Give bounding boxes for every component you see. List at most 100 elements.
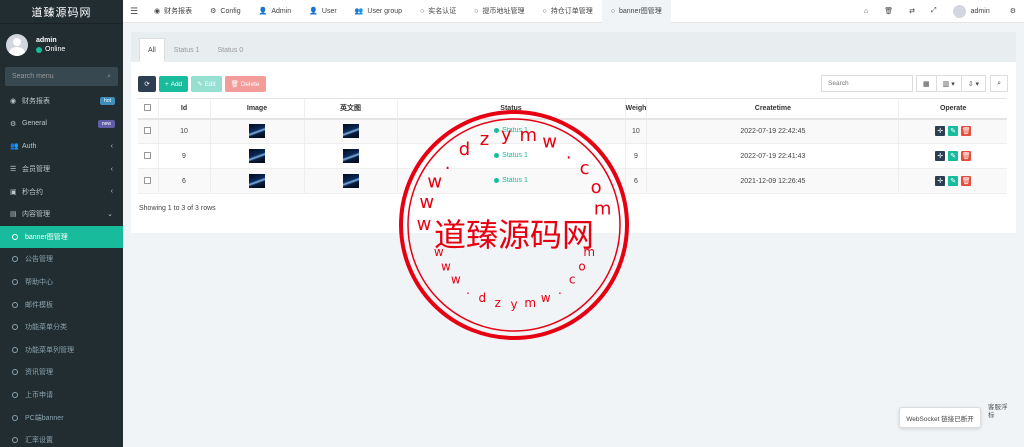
toggle-view-button[interactable]: ▦ xyxy=(916,75,937,92)
advanced-search-button[interactable]: ⌕ xyxy=(990,75,1008,92)
sidebar-item-1[interactable]: ⚙ General new xyxy=(0,113,123,136)
col-en-image[interactable]: 英文图 xyxy=(303,98,397,120)
nav-tab-0[interactable]: ◉ 财务报表 xyxy=(145,0,201,23)
col-weigh[interactable]: Weigh xyxy=(624,98,647,120)
export-button[interactable]: ⇩ ▾ xyxy=(960,75,987,92)
tab-status-0[interactable]: Status 0 xyxy=(208,38,252,62)
nav-tab-4[interactable]: 👥 User group xyxy=(346,0,411,23)
row-delete-button[interactable]: 🗑 xyxy=(961,151,972,161)
menu-toggle-icon[interactable]: ☰ xyxy=(123,6,145,17)
delete-button[interactable]: 🗑 Delete xyxy=(224,76,266,92)
refresh-button[interactable]: ⟳ xyxy=(138,76,156,92)
edit-label: Edit xyxy=(204,80,216,88)
status-badge[interactable]: Status 1 xyxy=(494,177,528,184)
sidebar-subitem-0[interactable]: banner图管理 xyxy=(0,225,123,249)
cell-operate: ✛ ✎ 🗑 xyxy=(898,168,1007,194)
select-all-checkbox[interactable] xyxy=(144,103,152,111)
status-dot-icon xyxy=(494,128,500,134)
en-image-thumbnail[interactable] xyxy=(342,149,359,163)
settings-icon[interactable]: ⚙ xyxy=(1002,7,1024,15)
home-icon[interactable]: ⌂ xyxy=(856,8,876,15)
sidebar-subitem-2[interactable]: 帮助中心 xyxy=(0,271,123,294)
drag-sort-button[interactable]: ✛ xyxy=(935,176,946,186)
sidebar-item-4[interactable]: ▣ 秒合约 ‹ xyxy=(0,180,123,203)
float-service-icon[interactable]: 客服浮标 xyxy=(988,404,1012,420)
translate-icon[interactable]: ⇄ xyxy=(901,7,923,15)
calendar-icon: ▣ xyxy=(10,188,17,196)
cell-weigh: 9 xyxy=(624,143,647,169)
image-thumbnail[interactable] xyxy=(249,149,265,163)
sidebar-subitem-6[interactable]: 资讯管理 xyxy=(0,361,123,384)
nav-tab-7[interactable]: ○ 持仓订单管理 xyxy=(534,0,602,23)
row-select-cell[interactable] xyxy=(138,118,158,144)
search-icon[interactable]: ⌕ xyxy=(107,73,111,81)
image-thumbnail[interactable] xyxy=(249,124,265,139)
image-thumbnail[interactable] xyxy=(249,174,265,188)
en-image-thumbnail[interactable] xyxy=(342,124,359,139)
sidebar-subitem-7[interactable]: 上币申请 xyxy=(0,384,123,407)
nav-tab-2[interactable]: 👤 Admin xyxy=(250,0,301,23)
row-edit-button[interactable]: ✎ xyxy=(948,126,959,137)
sidebar-item-label: General xyxy=(22,120,47,128)
nav-tab-label: Admin xyxy=(271,7,292,15)
user-avatar[interactable] xyxy=(952,4,966,18)
nav-tab-6[interactable]: ○ 提币地址管理 xyxy=(465,0,533,23)
row-edit-button[interactable]: ✎ xyxy=(948,151,959,161)
edit-button[interactable]: ✎ Edit xyxy=(191,76,222,92)
nav-tab-label: 持仓订单管理 xyxy=(550,8,593,15)
tab-status-1[interactable]: Status 1 xyxy=(165,38,209,62)
table-row[interactable]: 10 Status 1 10 2022-07-19 22:42:45 ✛ ✎ 🗑 xyxy=(138,118,1007,144)
nav-tab-5[interactable]: ○ 实名认证 xyxy=(411,0,465,23)
row-checkbox[interactable] xyxy=(144,176,152,184)
row-delete-button[interactable]: 🗑 xyxy=(961,176,972,186)
tab-all[interactable]: All xyxy=(139,38,165,62)
float-service-label: 客服浮标 xyxy=(988,404,1008,419)
sidebar-item-0[interactable]: ◉ 财务报表 hot xyxy=(0,90,123,113)
status-badge[interactable]: Status 1 xyxy=(494,152,528,159)
user-menu-name[interactable]: admin xyxy=(971,8,990,15)
nav-tab-1[interactable]: ⚙ Config xyxy=(201,0,250,23)
drag-sort-button[interactable]: ✛ xyxy=(935,151,946,161)
row-delete-button[interactable]: 🗑 xyxy=(961,126,972,137)
fullscreen-icon[interactable]: ⤢ xyxy=(923,7,945,15)
status-badge[interactable]: Status 1 xyxy=(494,127,528,134)
row-select-cell[interactable] xyxy=(138,168,158,194)
search-input[interactable] xyxy=(821,75,914,92)
sidebar-subitem-3[interactable]: 邮件模板 xyxy=(0,293,123,316)
sidebar-item-3[interactable]: ☰ 会员管理 ‹ xyxy=(0,158,123,181)
col-status[interactable]: Status xyxy=(396,98,625,120)
drag-sort-button[interactable]: ✛ xyxy=(935,126,946,137)
table-body: 10 Status 1 10 2022-07-19 22:42:45 ✛ ✎ 🗑 9 Statu… xyxy=(138,118,1007,194)
trash-icon[interactable]: 🗑 xyxy=(876,7,901,15)
table-row[interactable]: 6 Status 1 6 2021-12-09 12:26:45 ✛ ✎ 🗑 xyxy=(138,168,1007,194)
table-row[interactable]: 9 Status 1 9 2022-07-19 22:41:43 ✛ ✎ 🗑 xyxy=(138,143,1007,169)
sidebar-subitem-1[interactable]: 公告管理 xyxy=(0,248,123,271)
cell-en-image xyxy=(303,143,397,169)
sidebar-subitem-5[interactable]: 功能菜单列管理 xyxy=(0,339,123,362)
row-edit-button[interactable]: ✎ xyxy=(948,176,959,186)
brand-logo[interactable]: 道臻源码网 xyxy=(0,0,123,24)
col-id[interactable]: Id xyxy=(157,98,210,120)
col-image[interactable]: Image xyxy=(209,98,304,120)
row-select-cell[interactable] xyxy=(138,143,158,169)
nav-tab-3[interactable]: 👤 User xyxy=(300,0,346,23)
add-button[interactable]: + Add xyxy=(159,76,189,92)
sidebar-item-5[interactable]: ▤ 内容管理 ⌄ xyxy=(0,203,123,226)
sidebar-item-2[interactable]: 👥 Auth ‹ xyxy=(0,135,123,158)
columns-button[interactable]: ▥ ▾ xyxy=(935,75,962,92)
row-checkbox[interactable] xyxy=(144,151,152,159)
nav-tab-8[interactable]: ○ banner图管理 xyxy=(601,0,671,23)
sidebar-subitem-9[interactable]: 汇率设置 xyxy=(0,429,123,447)
search-menu-input[interactable]: Search menu ⌕ xyxy=(5,67,118,86)
cell-en-image xyxy=(303,168,397,194)
row-checkbox[interactable] xyxy=(144,126,152,134)
cell-id: 9 xyxy=(157,143,210,169)
select-all-header[interactable] xyxy=(138,98,158,120)
col-createtime[interactable]: Createtime xyxy=(646,98,899,120)
sidebar-subitem-4[interactable]: 功能菜单分类 xyxy=(0,316,123,339)
cell-operate: ✛ ✎ 🗑 xyxy=(898,118,1007,144)
stamp-url-letter: . xyxy=(466,283,470,297)
circle-icon xyxy=(12,346,18,353)
en-image-thumbnail[interactable] xyxy=(342,174,359,188)
sidebar-subitem-8[interactable]: PC端banner xyxy=(0,406,123,429)
